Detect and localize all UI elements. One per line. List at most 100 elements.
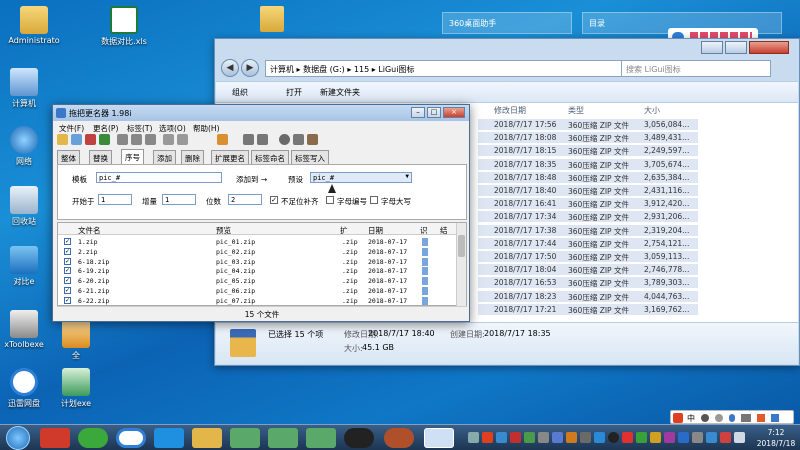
column-type[interactable]: 类型	[568, 105, 584, 116]
desktop-icon-xls[interactable]: 数据对比.xls	[92, 6, 156, 47]
table-row[interactable]: 2018/7/17 17:38 360压缩 ZIP 文件 2,319,204...	[478, 224, 698, 236]
paste-icon[interactable]	[177, 134, 188, 145]
microphone-icon[interactable]	[729, 414, 735, 422]
row-checkbox[interactable]: ✓	[64, 287, 71, 294]
rename-file-list[interactable]: 文件名 预览 扩 日期 识 结 ✓ 1.zip pic_01.zip .zip 2018…	[57, 222, 467, 307]
shirt-icon[interactable]	[757, 414, 765, 422]
maximize-button[interactable]: □	[427, 107, 441, 118]
breadcrumb-drive[interactable]: 数据盘 (G:)	[303, 65, 345, 74]
qq-icon[interactable]	[608, 432, 619, 443]
punctuation-icon[interactable]	[715, 414, 723, 422]
app-icon[interactable]	[720, 432, 731, 443]
pad-digits-checkbox[interactable]: ✓	[270, 196, 278, 204]
desktop-icon-computer[interactable]: 计算机	[0, 68, 56, 109]
app-icon[interactable]	[594, 432, 605, 443]
folder-icon[interactable]	[192, 428, 222, 448]
scrollbar-thumb[interactable]	[458, 235, 465, 257]
row-checkbox[interactable]: ✓	[64, 257, 71, 265]
tab-overall[interactable]: 整体	[57, 150, 80, 164]
keyboard-icon[interactable]	[741, 414, 751, 422]
column-identify[interactable]: 识	[420, 225, 428, 236]
column-preview[interactable]: 预览	[216, 225, 231, 236]
list-item[interactable]: ✓ 6-18.zip pic_03.zip .zip 2018-07-17	[58, 257, 456, 267]
desktop-icon-administrator[interactable]: Administrato	[2, 6, 66, 45]
search-icon[interactable]	[71, 134, 82, 145]
add-to-label[interactable]: 添加到 →	[236, 174, 267, 185]
app-icon[interactable]	[566, 432, 577, 443]
start-button[interactable]	[6, 426, 30, 450]
app-icon[interactable]	[692, 432, 703, 443]
list-icon[interactable]	[145, 134, 156, 145]
app-icon[interactable]	[706, 432, 717, 443]
row-checkbox[interactable]: ✓	[64, 277, 71, 285]
app-icon[interactable]	[468, 432, 479, 443]
menu-rename[interactable]: 更名(P)	[93, 123, 118, 134]
column-ext[interactable]: 扩	[340, 225, 348, 236]
app-icon[interactable]	[384, 428, 414, 448]
app-icon[interactable]	[664, 432, 675, 443]
back-button[interactable]: ◀	[221, 59, 239, 77]
clock-icon[interactable]	[279, 134, 290, 145]
organize-menu[interactable]: 组织	[232, 87, 248, 98]
grid-icon[interactable]	[293, 134, 304, 145]
app-icon[interactable]	[268, 428, 298, 448]
list-icon[interactable]	[131, 134, 142, 145]
maximize-button[interactable]	[725, 41, 747, 54]
column-size[interactable]: 大小	[644, 105, 660, 116]
letter-number-checkbox[interactable]	[326, 196, 334, 204]
table-row[interactable]: 2018/7/17 18:04 360压缩 ZIP 文件 2,746,778...	[478, 264, 698, 276]
list-item[interactable]: ✓ 2.zip pic_02.zip .zip 2018-07-17	[58, 247, 456, 257]
table-row[interactable]: 2018/7/17 18:35 360压缩 ZIP 文件 3,705,674...	[478, 158, 698, 170]
uppercase-checkbox[interactable]	[370, 196, 378, 204]
check-icon[interactable]	[99, 134, 110, 145]
list-item[interactable]: ✓ 6-20.zip pic_05.zip .zip 2018-07-17	[58, 276, 456, 286]
menu-tags[interactable]: 标签(T)	[127, 123, 152, 134]
renamer-window[interactable]: 拖把更名器 1.98i – □ × 文件(F) 更名(P) 标签(T) 选项(O…	[52, 104, 470, 322]
shield-icon[interactable]	[154, 428, 184, 448]
minimize-button[interactable]: –	[411, 107, 425, 118]
list-item[interactable]: ✓ 1.zip pic_01.zip .zip 2018-07-17	[58, 237, 456, 247]
row-checkbox[interactable]: ✓	[64, 238, 71, 245]
row-checkbox[interactable]: ✓	[64, 296, 71, 304]
clock[interactable]: 7:12 2018/7/18	[754, 427, 798, 449]
app-icon[interactable]	[538, 432, 549, 443]
edit-icon[interactable]	[307, 134, 318, 145]
table-row[interactable]: 2018/7/17 18:23 360压缩 ZIP 文件 4,044,763...	[478, 290, 698, 302]
table-row[interactable]: 2018/7/17 17:50 360压缩 ZIP 文件 3,059,113...	[478, 251, 698, 262]
ball-icon[interactable]	[344, 428, 374, 448]
breadcrumb-computer[interactable]: 计算机	[270, 65, 294, 74]
step-input[interactable]: 1	[162, 194, 196, 205]
column-date[interactable]: 日期	[368, 225, 383, 236]
digits-input[interactable]: 2	[228, 194, 262, 205]
table-row[interactable]: 2018/7/17 18:08 360压缩 ZIP 文件 3,489,431...	[478, 132, 698, 144]
app-icon[interactable]	[424, 428, 454, 448]
column-date[interactable]: 修改日期	[494, 105, 526, 116]
renamer-titlebar[interactable]: 拖把更名器 1.98i – □ ×	[53, 105, 469, 121]
desktop-icon-recycle[interactable]: 回收站	[0, 186, 56, 227]
app-icon[interactable]	[580, 432, 591, 443]
app-icon[interactable]	[678, 432, 689, 443]
app-icon[interactable]	[230, 428, 260, 448]
desktop-icon-all[interactable]: 全	[44, 320, 108, 361]
breadcrumb-115[interactable]: 115	[354, 65, 369, 74]
menu-options[interactable]: 选项(O)	[159, 123, 186, 134]
list-item[interactable]: ✓ 6-22.zip pic_07.zip .zip 2018-07-17	[58, 296, 456, 306]
tab-tag-write[interactable]: 标签写入	[291, 150, 329, 164]
grid-icon[interactable]	[243, 134, 254, 145]
new-folder-button[interactable]: 新建文件夹	[320, 87, 360, 98]
folder-icon[interactable]	[260, 6, 284, 32]
tab-delete[interactable]: 删除	[181, 150, 204, 164]
tab-add[interactable]: 添加	[153, 150, 176, 164]
search-input[interactable]: 搜索 LiGui图标	[621, 60, 771, 77]
table-row[interactable]: 2018/7/17 17:44 360压缩 ZIP 文件 2,754,121...	[478, 237, 698, 249]
table-row[interactable]: 2018/7/17 18:15 360压缩 ZIP 文件 2,249,597...	[478, 145, 698, 157]
menu-file[interactable]: 文件(F)	[59, 123, 84, 134]
sogou-icon[interactable]	[482, 432, 493, 443]
preset-select[interactable]: pic_# ▼	[310, 172, 412, 183]
app-icon[interactable]	[650, 432, 661, 443]
ime-toolbar[interactable]: 中	[670, 410, 794, 424]
list-item[interactable]: ✓ 6-21.zip pic_06.zip .zip 2018-07-17	[58, 286, 456, 296]
open-button[interactable]: 打开	[286, 87, 302, 98]
start-input[interactable]: 1	[98, 194, 132, 205]
minimize-button[interactable]	[701, 41, 723, 54]
